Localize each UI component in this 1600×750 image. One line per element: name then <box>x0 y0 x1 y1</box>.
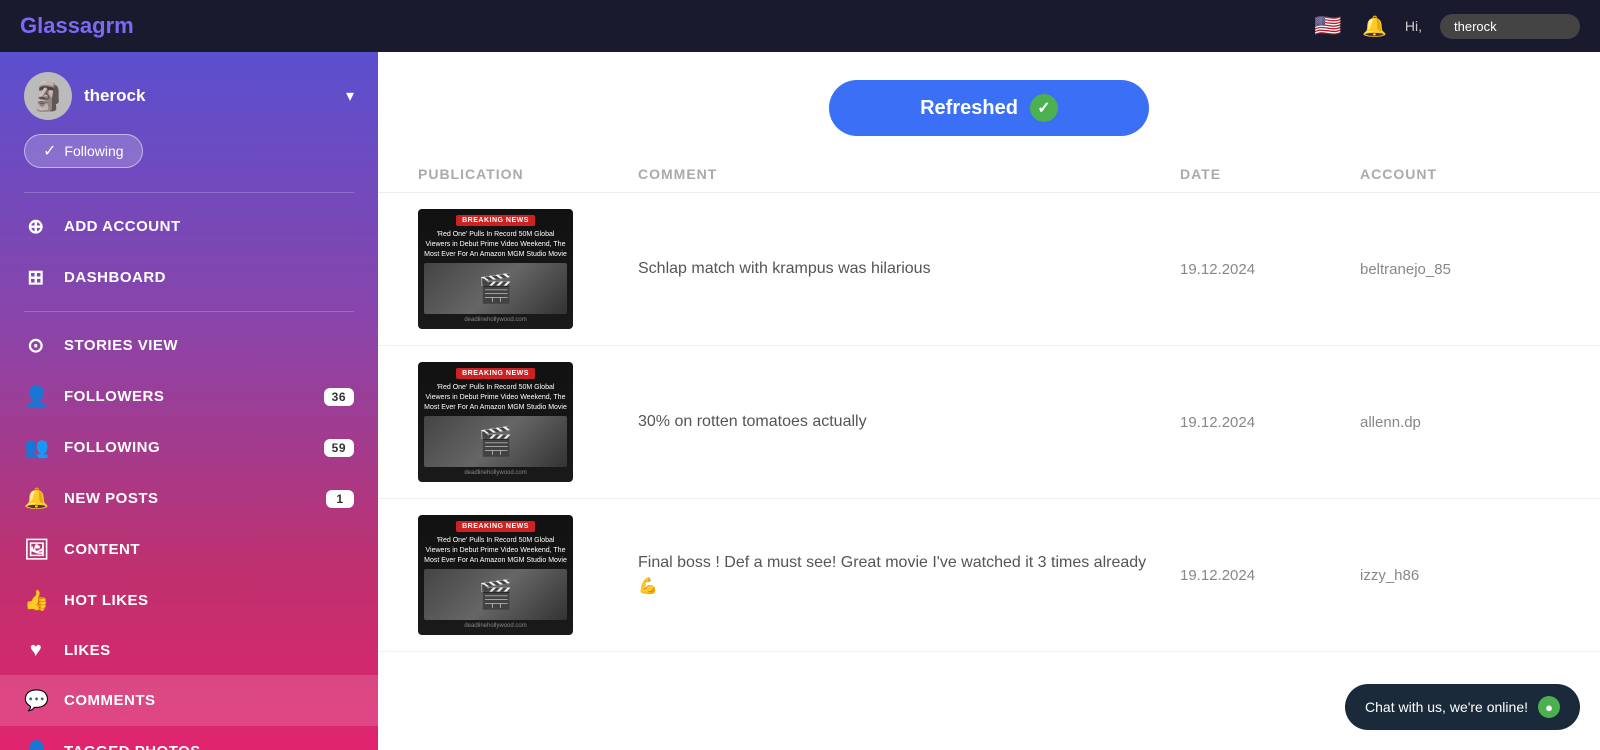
refreshed-label: Refreshed <box>920 97 1018 120</box>
sidebar-item-label: ADD ACCOUNT <box>64 218 181 235</box>
col-date: DATE <box>1180 166 1360 182</box>
thumb-footer: deadlinehollywood.com <box>464 314 526 323</box>
sidebar-item-label: FOLLOWING <box>64 439 160 456</box>
sidebar-divider <box>24 192 354 193</box>
date-text: 19.12.2024 <box>1180 414 1360 431</box>
hi-label: Hi, <box>1405 18 1422 34</box>
chat-label: Chat with us, we're online! <box>1365 699 1528 715</box>
account-text: izzy_h86 <box>1360 567 1560 584</box>
sidebar-item-following[interactable]: 👥 FOLLOWING 59 <box>0 422 378 473</box>
chat-widget[interactable]: Chat with us, we're online! ● <box>1345 684 1580 730</box>
user-pill[interactable]: therock <box>1440 14 1580 39</box>
thumb-badge: BREAKING NEWS <box>456 215 535 226</box>
account-text: beltranejo_85 <box>1360 261 1560 278</box>
publication-thumb: BREAKING NEWS 'Red One' Pulls In Record … <box>418 362 638 482</box>
topnav-right: 🇺🇸 🔔 Hi, therock <box>1312 10 1580 42</box>
add-icon: ⊕ <box>24 214 48 239</box>
sidebar-item-content[interactable]: 🖼 CONTENT <box>0 524 378 575</box>
sidebar-item-new-posts[interactable]: 🔔 NEW POSTS 1 <box>0 473 378 524</box>
sidebar-item-label: LIKES <box>64 642 111 659</box>
sidebar-item-label: HOT LIKES <box>64 592 149 609</box>
sidebar-item-dashboard[interactable]: ⊞ DASHBOARD <box>0 252 378 303</box>
bell-icon: 🔔 <box>24 486 48 511</box>
thumb-image-area: 🎬 <box>424 263 567 314</box>
refreshed-check-icon: ✓ <box>1030 94 1058 122</box>
sidebar-item-label: CONTENT <box>64 541 140 558</box>
col-account: ACCOUNT <box>1360 166 1560 182</box>
people-icon: 👥 <box>24 435 48 460</box>
sidebar-item-label: COMMENTS <box>64 692 156 709</box>
sidebar-item-stories-view[interactable]: ⊙ STORIES VIEW <box>0 320 378 371</box>
main-content: Refreshed ✓ PUBLICATION COMMENT DATE ACC… <box>378 52 1600 750</box>
sidebar-item-label: DASHBOARD <box>64 269 166 286</box>
refreshed-button[interactable]: Refreshed ✓ <box>829 80 1149 136</box>
thumb-footer: deadlinehollywood.com <box>464 620 526 629</box>
thumb-title: 'Red One' Pulls In Record 50M Global Vie… <box>424 230 567 259</box>
sidebar-item-label: NEW POSTS <box>64 490 159 507</box>
image-icon: 🖼 <box>24 537 48 562</box>
comment-icon: 💬 <box>24 688 48 713</box>
chevron-down-icon[interactable]: ▾ <box>346 86 354 106</box>
publication-thumb: BREAKING NEWS 'Red One' Pulls In Record … <box>418 515 638 635</box>
top-navigation: Glassagrm 🇺🇸 🔔 Hi, therock <box>0 0 1600 52</box>
sidebar: 🗿 therock ▾ ✓ Following ⊕ ADD ACCOUNT ⊞ … <box>0 52 378 750</box>
thumb-title: 'Red One' Pulls In Record 50M Global Vie… <box>424 536 567 565</box>
new-posts-badge: 1 <box>326 490 354 508</box>
following-button[interactable]: ✓ Following <box>24 134 143 168</box>
sidebar-item-hot-likes[interactable]: 👍 HOT LIKES <box>0 575 378 626</box>
thumb-footer: deadlinehollywood.com <box>464 467 526 476</box>
avatar: 🗿 <box>24 72 72 120</box>
thumb-image-area: 🎬 <box>424 569 567 620</box>
main-header: Refreshed ✓ <box>378 52 1600 156</box>
table-row: BREAKING NEWS 'Red One' Pulls In Record … <box>378 193 1600 346</box>
thumb-badge: BREAKING NEWS <box>456 368 535 379</box>
sidebar-item-tagged-photos[interactable]: 👤 TAGGED PHOTOS <box>0 726 378 750</box>
col-publication: PUBLICATION <box>418 166 638 182</box>
check-icon: ✓ <box>43 141 56 161</box>
comment-text: 30% on rotten tomatoes actually <box>638 410 1180 434</box>
sidebar-item-label: TAGGED PHOTOS <box>64 743 201 750</box>
app-logo: Glassagrm <box>20 13 134 39</box>
table-row: BREAKING NEWS 'Red One' Pulls In Record … <box>378 346 1600 499</box>
date-text: 19.12.2024 <box>1180 261 1360 278</box>
sidebar-item-add-account[interactable]: ⊕ ADD ACCOUNT <box>0 201 378 252</box>
sidebar-item-likes[interactable]: ♥ LIKES <box>0 626 378 675</box>
sidebar-item-followers[interactable]: 👤 FOLLOWERS 36 <box>0 371 378 422</box>
sidebar-item-label: FOLLOWERS <box>64 388 164 405</box>
person-icon: 👤 <box>24 384 48 409</box>
followers-badge: 36 <box>324 388 354 406</box>
heart-icon: ♥ <box>24 639 48 662</box>
publication-thumb: BREAKING NEWS 'Red One' Pulls In Record … <box>418 209 638 329</box>
sidebar-item-label: STORIES VIEW <box>64 337 178 354</box>
thumbsup-icon: 👍 <box>24 588 48 613</box>
table-row: BREAKING NEWS 'Red One' Pulls In Record … <box>378 499 1600 652</box>
table-header: PUBLICATION COMMENT DATE ACCOUNT <box>378 156 1600 193</box>
thumb-title: 'Red One' Pulls In Record 50M Global Vie… <box>424 383 567 412</box>
account-text: allenn.dp <box>1360 414 1560 431</box>
following-badge: 59 <box>324 439 354 457</box>
chat-online-dot: ● <box>1538 696 1560 718</box>
date-text: 19.12.2024 <box>1180 567 1360 584</box>
notification-bell-icon[interactable]: 🔔 <box>1362 14 1387 39</box>
profile-name: therock <box>84 86 334 106</box>
clock-icon: ⊙ <box>24 333 48 358</box>
col-comment: COMMENT <box>638 166 1180 182</box>
sidebar-profile: 🗿 therock ▾ <box>0 52 378 130</box>
tag-icon: 👤 <box>24 739 48 750</box>
sidebar-divider-2 <box>24 311 354 312</box>
sidebar-item-comments[interactable]: 💬 COMMENTS <box>0 675 378 726</box>
comment-text: Final boss ! Def a must see! Great movie… <box>638 551 1180 599</box>
flag-icon[interactable]: 🇺🇸 <box>1312 10 1344 42</box>
thumb-badge: BREAKING NEWS <box>456 521 535 532</box>
thumb-image-area: 🎬 <box>424 416 567 467</box>
comment-text: Schlap match with krampus was hilarious <box>638 257 1180 281</box>
dashboard-icon: ⊞ <box>24 265 48 290</box>
